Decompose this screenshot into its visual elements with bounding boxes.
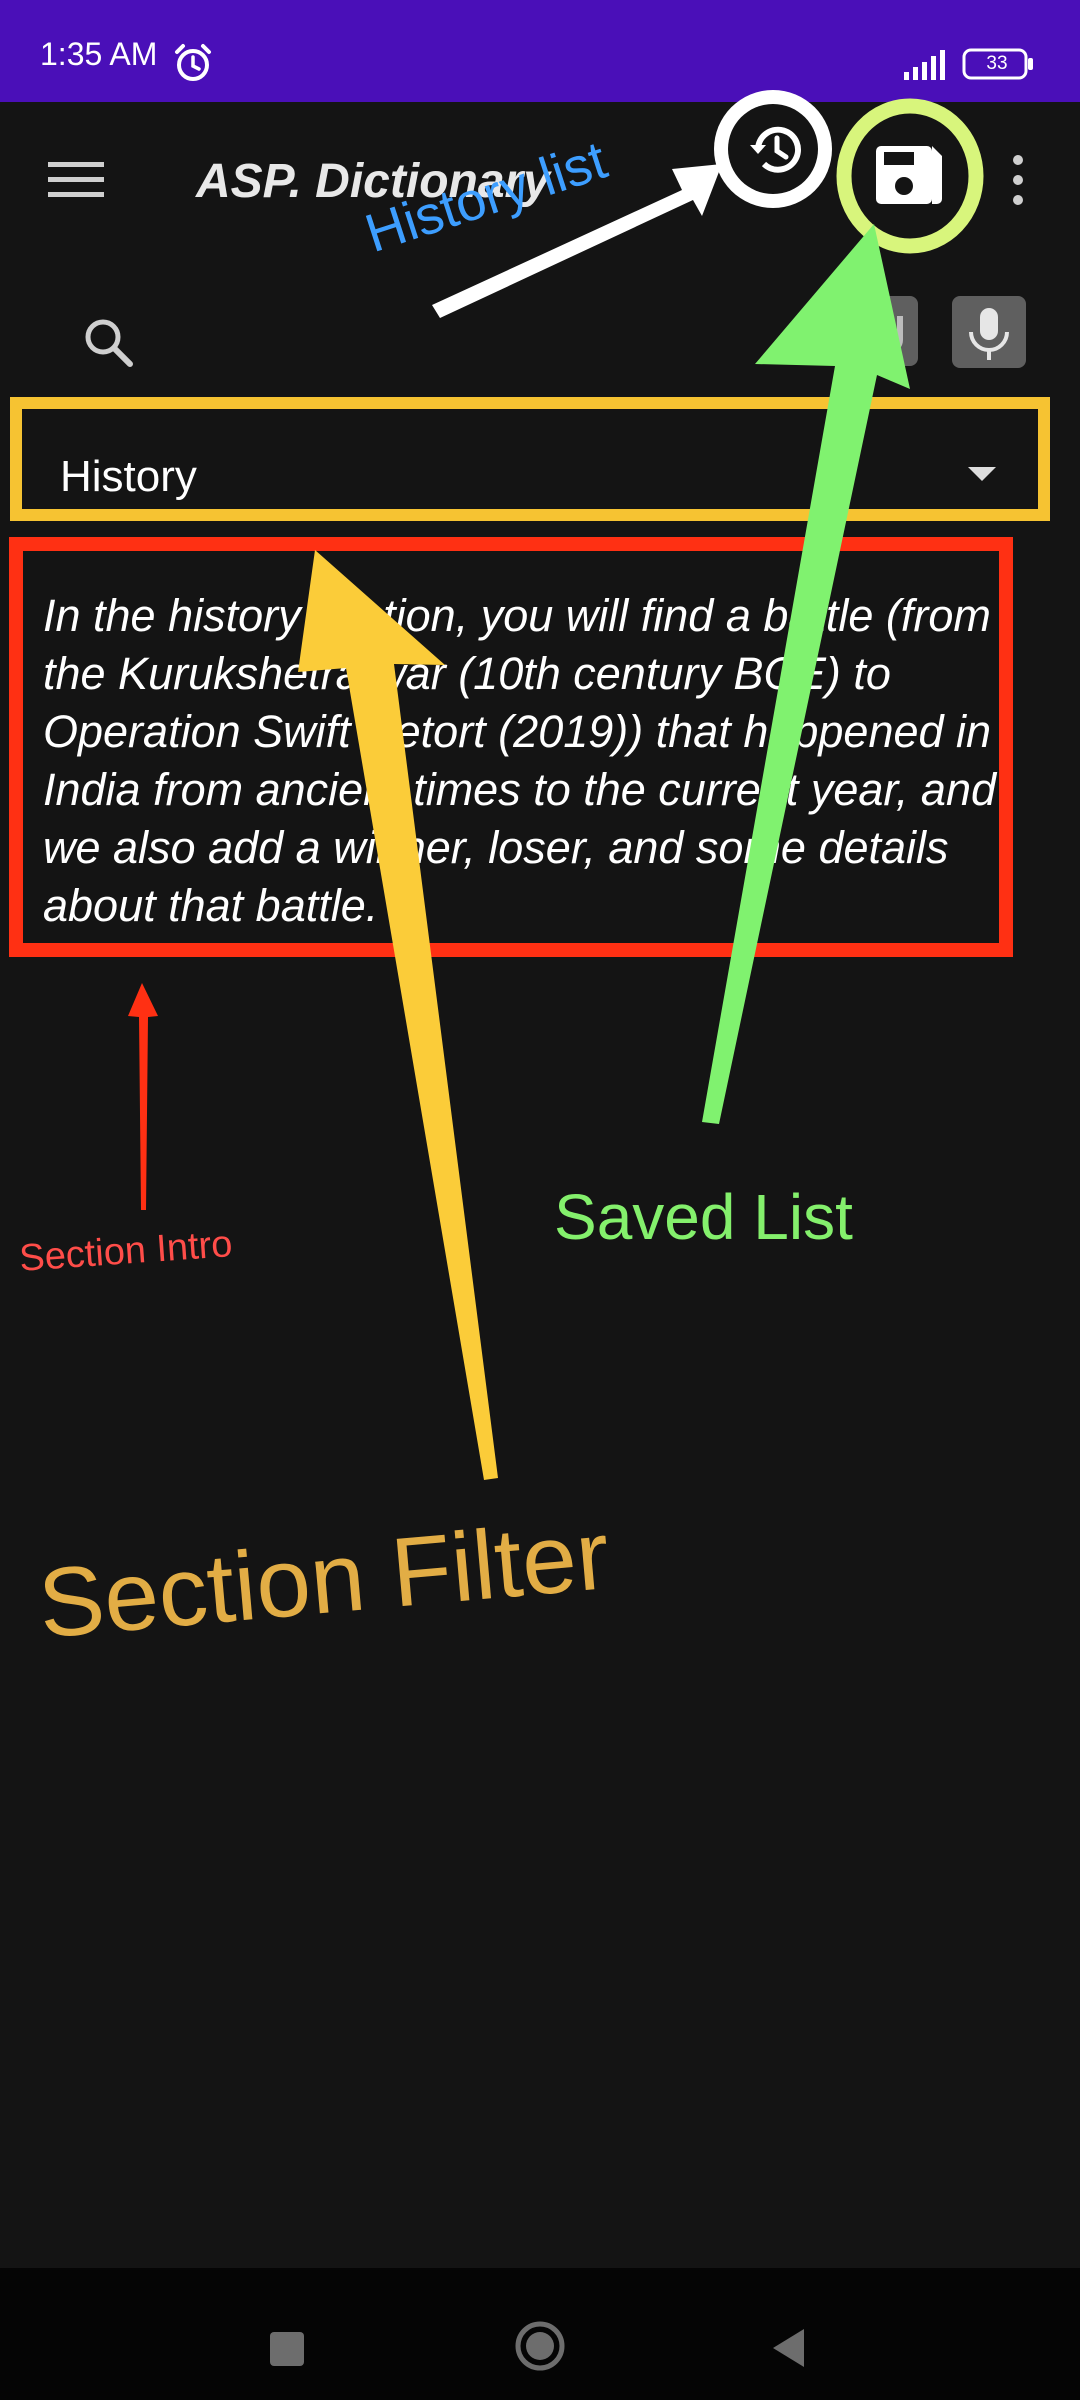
- annotation-overlay: [128, 164, 910, 1480]
- saved-list-annotation: Saved List: [554, 1181, 853, 1253]
- recents-button[interactable]: [270, 2332, 304, 2366]
- home-button[interactable]: [514, 2320, 566, 2372]
- section-filter-arrow: [298, 550, 498, 1480]
- back-button[interactable]: [770, 2326, 806, 2370]
- saved-list-arrow: [702, 224, 910, 1124]
- navigation-bar: [0, 2268, 1080, 2400]
- section-intro-arrow: [128, 983, 158, 1210]
